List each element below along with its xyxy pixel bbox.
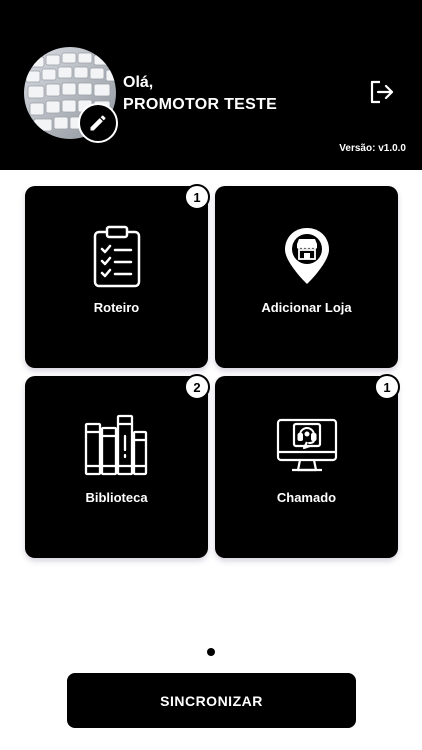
notification-badge: 2: [184, 374, 210, 400]
logout-button[interactable]: [368, 78, 396, 106]
profile-header: Olá, PROMOTOR TESTE Versão: v1.0.0: [0, 0, 422, 170]
menu-card-chamado[interactable]: Chamado: [215, 376, 398, 558]
menu-card-adicionar-loja[interactable]: Adicionar Loja: [215, 186, 398, 368]
edit-avatar-button[interactable]: [78, 103, 118, 143]
support-headset-icon: [276, 418, 337, 472]
notification-badge: 1: [374, 374, 400, 400]
page-indicator-dot: [207, 648, 215, 656]
notification-badge: 1: [184, 184, 210, 210]
pencil-icon: [90, 115, 106, 131]
menu-card-roteiro[interactable]: Roteiro: [25, 186, 208, 368]
greeting-text: Olá,: [123, 74, 154, 91]
app-version: Versão: v1.0.0: [339, 143, 406, 154]
menu-card-label: Roteiro: [93, 300, 140, 315]
sync-button[interactable]: SINCRONIZAR: [67, 673, 356, 728]
menu-card-label: Adicionar Loja: [261, 300, 352, 315]
user-name: PROMOTOR TESTE: [123, 96, 278, 113]
books-icon: [84, 414, 147, 476]
menu-card-biblioteca[interactable]: Biblioteca: [25, 376, 208, 558]
menu-card-label: Biblioteca: [85, 490, 148, 505]
clipboard-checklist-icon: [93, 225, 140, 288]
store-location-icon: [284, 228, 329, 284]
menu-card-label: Chamado: [276, 490, 337, 505]
logout-icon: [370, 80, 394, 104]
